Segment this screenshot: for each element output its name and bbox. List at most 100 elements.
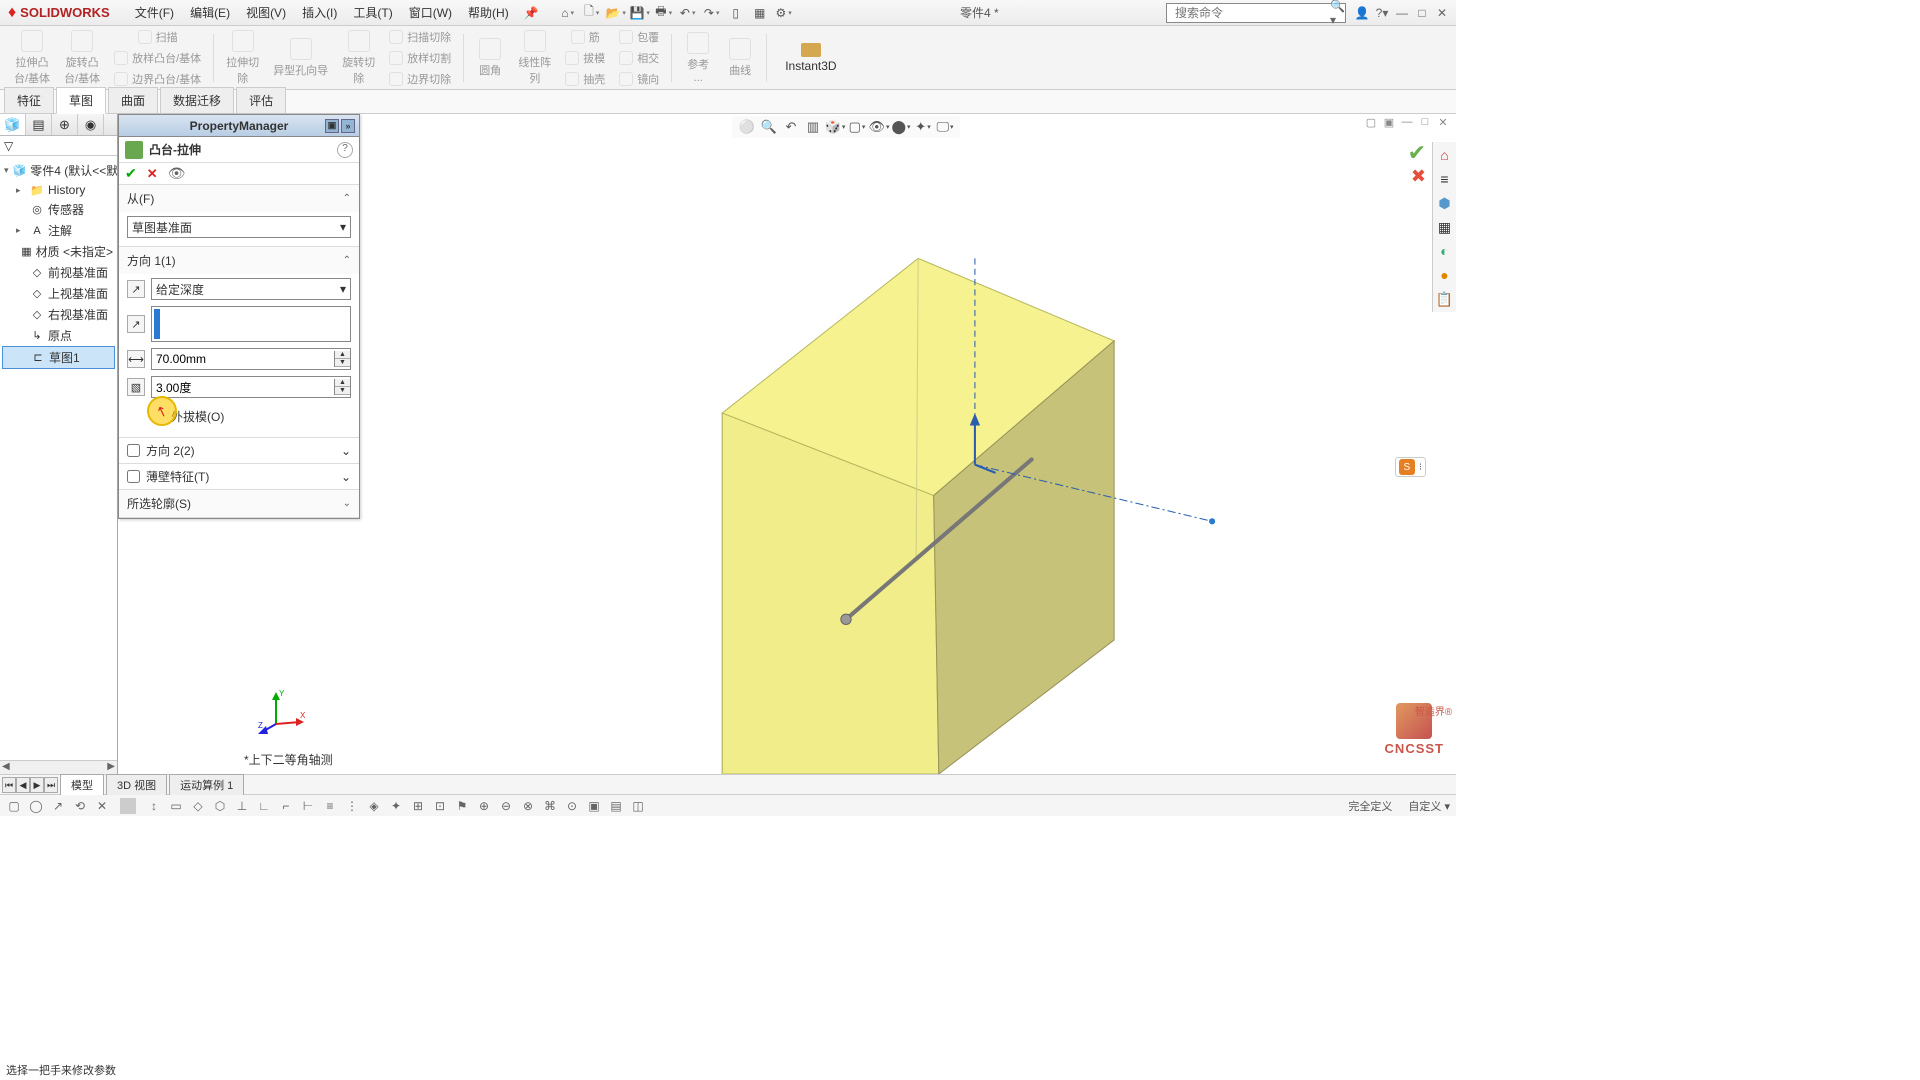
bottom-tab-motion[interactable]: 运动算例 1	[169, 774, 244, 795]
rebuild-icon[interactable]: ▦	[751, 4, 769, 22]
sb-icon-3[interactable]: ↗	[50, 798, 66, 814]
bt-prev-icon[interactable]: ◀	[16, 777, 30, 793]
sb-icon-26[interactable]: ▣	[586, 798, 602, 814]
revolve-cut-button[interactable]: 旋转切除	[336, 28, 381, 88]
print-icon[interactable]: 🖶	[655, 4, 673, 22]
menu-window[interactable]: 窗口(W)	[402, 1, 459, 24]
sb-icon-20[interactable]: ⚑	[454, 798, 470, 814]
extrude-cut-button[interactable]: 拉伸切除	[220, 28, 265, 88]
sb-icon-14[interactable]: ≡	[322, 798, 338, 814]
view-triad[interactable]: Y X Z	[256, 684, 306, 734]
draft-icon[interactable]: ▧	[127, 378, 145, 396]
tree-tab-config[interactable]: ▤	[26, 114, 52, 135]
rib-button[interactable]: 筋	[559, 27, 611, 47]
sb-icon-4[interactable]: ⟲	[72, 798, 88, 814]
extrude-boss-button[interactable]: 拉伸凸台/基体	[8, 28, 56, 88]
depth-up-icon[interactable]: ▲	[335, 351, 350, 359]
open-icon[interactable]: 📂	[607, 4, 625, 22]
depth-down-icon[interactable]: ▼	[335, 359, 350, 367]
pm-depth-input[interactable]: ▲▼	[151, 348, 351, 370]
bt-next-icon[interactable]: ▶	[30, 777, 44, 793]
sb-icon-6[interactable]: ↕	[146, 798, 162, 814]
menu-tools[interactable]: 工具(T)	[346, 1, 399, 24]
pm-from-select[interactable]: 草图基准面▾	[127, 216, 351, 238]
status-custom[interactable]: 自定义 ▾	[1408, 798, 1450, 814]
menu-file[interactable]: 文件(F)	[128, 1, 181, 24]
tab-sketch[interactable]: 草图	[56, 87, 106, 114]
tree-material[interactable]: ▦材质 <未指定>	[2, 241, 115, 262]
pm-direction-listbox[interactable]	[151, 306, 351, 342]
tab-surface[interactable]: 曲面	[108, 87, 158, 113]
settings-icon[interactable]: ⚙	[775, 4, 793, 22]
tree-annotations[interactable]: ▸A注解	[2, 220, 115, 241]
boundary-boss-button[interactable]: 边界凸台/基体	[108, 69, 207, 89]
sb-icon-1[interactable]: ▢	[6, 798, 22, 814]
filter-icon[interactable]: ▽	[4, 139, 13, 153]
bottom-tab-3dview[interactable]: 3D 视图	[106, 774, 167, 795]
pm-dir2-toggle[interactable]: 方向 2(2) ⌄	[119, 438, 359, 463]
sb-icon-7[interactable]: ▭	[168, 798, 184, 814]
sb-icon-23[interactable]: ⊗	[520, 798, 536, 814]
sb-icon-21[interactable]: ⊕	[476, 798, 492, 814]
mirror-button[interactable]: 镜向	[613, 69, 665, 89]
sb-icon-27[interactable]: ▤	[608, 798, 624, 814]
ime-badge[interactable]: S⁝	[1395, 457, 1426, 477]
sb-icon-25[interactable]: ⊙	[564, 798, 580, 814]
sb-icon-22[interactable]: ⊖	[498, 798, 514, 814]
sb-icon-16[interactable]: ◈	[366, 798, 382, 814]
pm-dir1-type-select[interactable]: 给定深度▾	[151, 278, 351, 300]
tab-migrate[interactable]: 数据迁移	[160, 87, 234, 113]
pm-thin-checkbox[interactable]	[127, 470, 140, 483]
draft-button[interactable]: 拔模	[559, 48, 611, 68]
sweep-cut-button[interactable]: 扫描切除	[383, 27, 457, 47]
menu-help[interactable]: 帮助(H)	[461, 1, 516, 24]
sb-icon-8[interactable]: ◇	[190, 798, 206, 814]
draft-down-icon[interactable]: ▼	[335, 387, 350, 395]
sb-icon-2[interactable]: ◯	[28, 798, 44, 814]
tree-top-plane[interactable]: ◇上视基准面	[2, 283, 115, 304]
menu-insert[interactable]: 插入(I)	[295, 1, 344, 24]
shell-button[interactable]: 抽壳	[559, 69, 611, 89]
bottom-tab-model[interactable]: 模型	[60, 774, 104, 795]
tab-evaluate[interactable]: 评估	[236, 87, 286, 113]
tree-root[interactable]: ▾🧊零件4 (默认<<默认	[2, 160, 115, 181]
reference-button[interactable]: 参考...	[678, 30, 718, 86]
sb-icon-12[interactable]: ⌐	[278, 798, 294, 814]
pm-dir1-header[interactable]: 方向 1(1)⌃	[119, 247, 359, 274]
sb-icon-24[interactable]: ⌘	[542, 798, 558, 814]
sb-icon-28[interactable]: ◫	[630, 798, 646, 814]
tree-tab-prop[interactable]: ◉	[78, 114, 104, 135]
sb-icon-11[interactable]: ∟	[256, 798, 272, 814]
sb-icon-9[interactable]: ⬡	[212, 798, 228, 814]
scroll-left-icon[interactable]: ◀	[2, 761, 10, 774]
loft-cut-button[interactable]: 放样切割	[383, 48, 457, 68]
tree-origin[interactable]: ↳原点	[2, 325, 115, 346]
3d-model[interactable]	[236, 114, 1456, 774]
tree-tab-feature[interactable]: 🧊	[0, 114, 26, 135]
wrap-button[interactable]: 包覆	[613, 27, 665, 47]
pin-icon[interactable]: 📌	[524, 6, 539, 20]
boundary-cut-button[interactable]: 边界切除	[383, 69, 457, 89]
minimize-icon[interactable]: —	[1394, 6, 1410, 20]
home-icon[interactable]: ⌂	[559, 4, 577, 22]
pm-pin-icon[interactable]: ▣	[325, 119, 339, 133]
pm-contour-header[interactable]: 所选轮廓(S)⌄	[119, 490, 359, 517]
tree-tab-display[interactable]: ⊕	[52, 114, 78, 135]
pm-draft-input[interactable]: ▲▼	[151, 376, 351, 398]
tab-features[interactable]: 特征	[4, 87, 54, 113]
sb-icon-19[interactable]: ⊡	[432, 798, 448, 814]
loft-boss-button[interactable]: 放样凸台/基体	[108, 48, 207, 68]
redo-icon[interactable]: ↷	[703, 4, 721, 22]
pm-from-header[interactable]: 从(F)⌃	[119, 185, 359, 212]
instant3d-button[interactable]: Instant3D	[785, 43, 836, 73]
draft-up-icon[interactable]: ▲	[335, 379, 350, 387]
tree-right-plane[interactable]: ◇右视基准面	[2, 304, 115, 325]
tree-sketch1[interactable]: ⊏草图1	[2, 346, 115, 369]
sb-icon-15[interactable]: ⋮	[344, 798, 360, 814]
pm-expand-icon[interactable]: »	[341, 119, 355, 133]
save-icon[interactable]: 💾	[631, 4, 649, 22]
sweep-button[interactable]: 扫描	[108, 27, 207, 47]
tree-history[interactable]: ▸📁History	[2, 181, 115, 199]
sb-icon-5[interactable]: ✕	[94, 798, 110, 814]
viewport[interactable]: ⚪ 🔍 ↶ ▥ 🎲 ▢ 👁 ⬤ ✦ 🖵 ▢ ▣ — □ ✕ ✔ ✖ ⌂ ≡ ⬢ …	[236, 114, 1456, 774]
